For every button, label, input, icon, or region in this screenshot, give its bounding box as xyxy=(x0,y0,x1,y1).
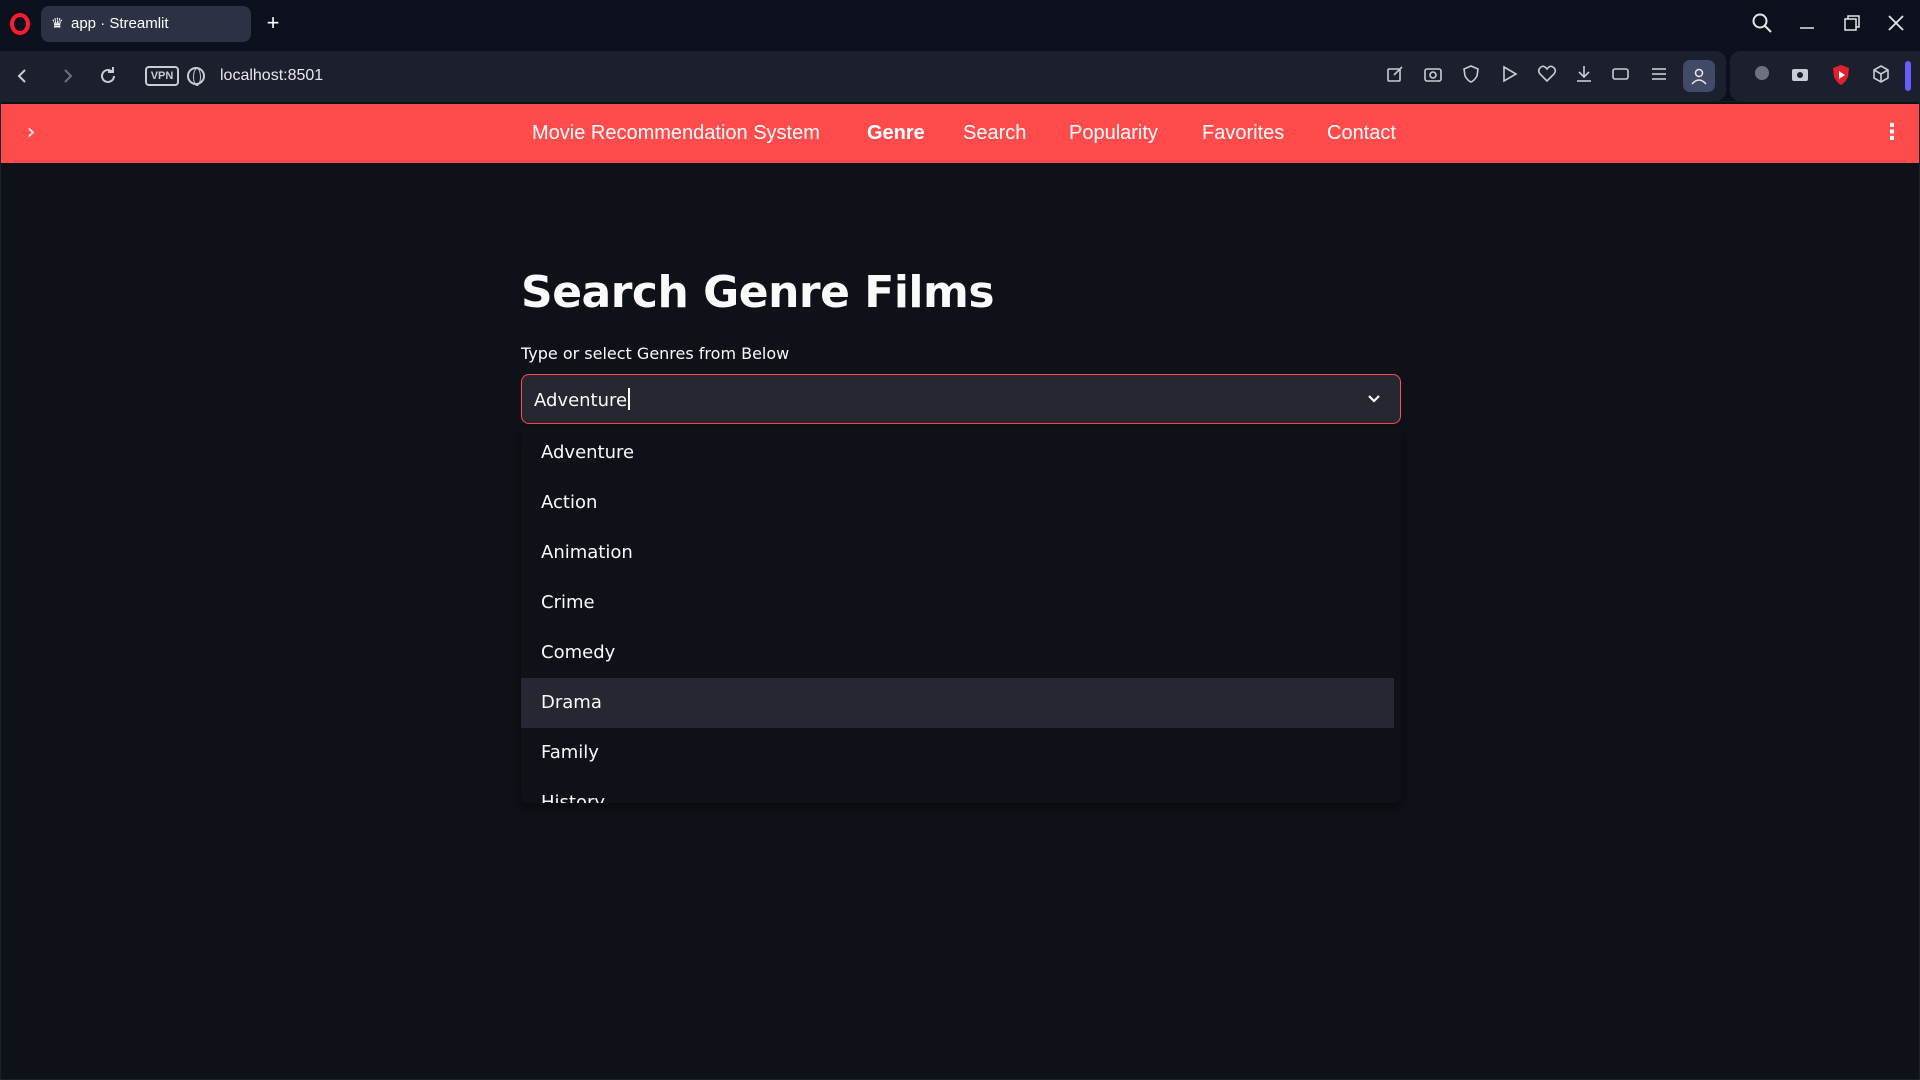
page-title: Search Genre Films xyxy=(521,267,995,318)
dropdown-option-action[interactable]: Action xyxy=(521,478,1394,528)
browser-tab[interactable]: ♛ app · Streamlit xyxy=(41,6,251,42)
profile-icon[interactable] xyxy=(1683,60,1715,92)
extensions-bar xyxy=(1730,51,1920,101)
extension-circle-icon[interactable] xyxy=(1750,64,1774,88)
nav-item-contact[interactable]: Contact xyxy=(1327,121,1396,145)
dropdown-option-crime[interactable]: Crime xyxy=(521,578,1394,628)
url-field[interactable]: localhost:8501 xyxy=(220,66,323,86)
restore-icon[interactable] xyxy=(1839,12,1865,38)
address-bar-container: VPN localhost:8501 xyxy=(0,51,1726,101)
sidebar-expand-icon[interactable]: › xyxy=(21,120,41,146)
nav-item-search[interactable]: Search xyxy=(963,121,1026,145)
extensions-cube-icon[interactable] xyxy=(1869,64,1893,88)
genre-select-input[interactable]: Adventure xyxy=(521,374,1401,424)
vpn-badge[interactable]: VPN xyxy=(145,66,179,86)
top-navbar: › Movie Recommendation System Genre Sear… xyxy=(1,104,1919,163)
share-icon[interactable] xyxy=(1383,64,1407,88)
shield-icon[interactable] xyxy=(1459,64,1483,88)
minimize-icon[interactable] xyxy=(1794,12,1820,38)
back-icon[interactable] xyxy=(10,64,34,88)
tab-title: app · Streamlit xyxy=(71,15,169,32)
download-icon[interactable] xyxy=(1572,64,1596,88)
app-viewport: › Movie Recommendation System Genre Sear… xyxy=(0,101,1920,1080)
browser-address-bar: VPN localhost:8501 xyxy=(0,51,1920,101)
heart-icon[interactable] xyxy=(1535,64,1559,88)
genre-select-value[interactable]: Adventure xyxy=(534,388,631,412)
easy-setup-icon[interactable] xyxy=(1647,64,1671,88)
dropdown-option-comedy[interactable]: Comedy xyxy=(521,628,1394,678)
camera-icon[interactable] xyxy=(1788,64,1812,88)
chevron-down-icon[interactable] xyxy=(1364,387,1384,411)
dropdown-option-drama[interactable]: Drama xyxy=(521,678,1394,728)
kebab-menu-icon[interactable]: ⋮ xyxy=(1881,120,1903,146)
nav-item-genre[interactable]: Genre xyxy=(867,121,925,145)
sidebar-accent xyxy=(1905,61,1911,91)
text-caret xyxy=(628,388,631,410)
genre-select-text: Adventure xyxy=(534,390,628,411)
reload-icon[interactable] xyxy=(96,64,120,88)
dropdown-option-history[interactable]: History xyxy=(521,778,1394,803)
search-tabs-icon[interactable] xyxy=(1749,12,1775,38)
genre-options-dropdown: Adventure Action Animation Crime Comedy … xyxy=(521,428,1401,803)
close-icon[interactable] xyxy=(1883,12,1909,38)
forward-icon[interactable] xyxy=(56,64,80,88)
battery-saver-icon[interactable] xyxy=(1609,64,1633,88)
dropdown-option-family[interactable]: Family xyxy=(521,728,1394,778)
nav-item-favorites[interactable]: Favorites xyxy=(1202,121,1284,145)
opera-logo-icon[interactable] xyxy=(10,13,30,35)
genre-select-label: Type or select Genres from Below xyxy=(521,344,790,363)
snapshot-icon[interactable] xyxy=(1421,64,1445,88)
dropdown-option-adventure[interactable]: Adventure xyxy=(521,428,1394,478)
nav-item-popularity[interactable]: Popularity xyxy=(1069,121,1158,145)
site-info-icon[interactable] xyxy=(187,67,205,86)
plus-icon[interactable]: + xyxy=(261,12,285,36)
dropdown-option-animation[interactable]: Animation xyxy=(521,528,1394,578)
play-icon[interactable] xyxy=(1497,64,1521,88)
browser-tab-bar: ♛ app · Streamlit + xyxy=(0,0,1920,51)
streamlit-crown-icon: ♛ xyxy=(51,16,64,32)
adblock-shield-icon[interactable] xyxy=(1829,64,1853,88)
nav-item-movie-recommendation-system[interactable]: Movie Recommendation System xyxy=(532,121,820,145)
